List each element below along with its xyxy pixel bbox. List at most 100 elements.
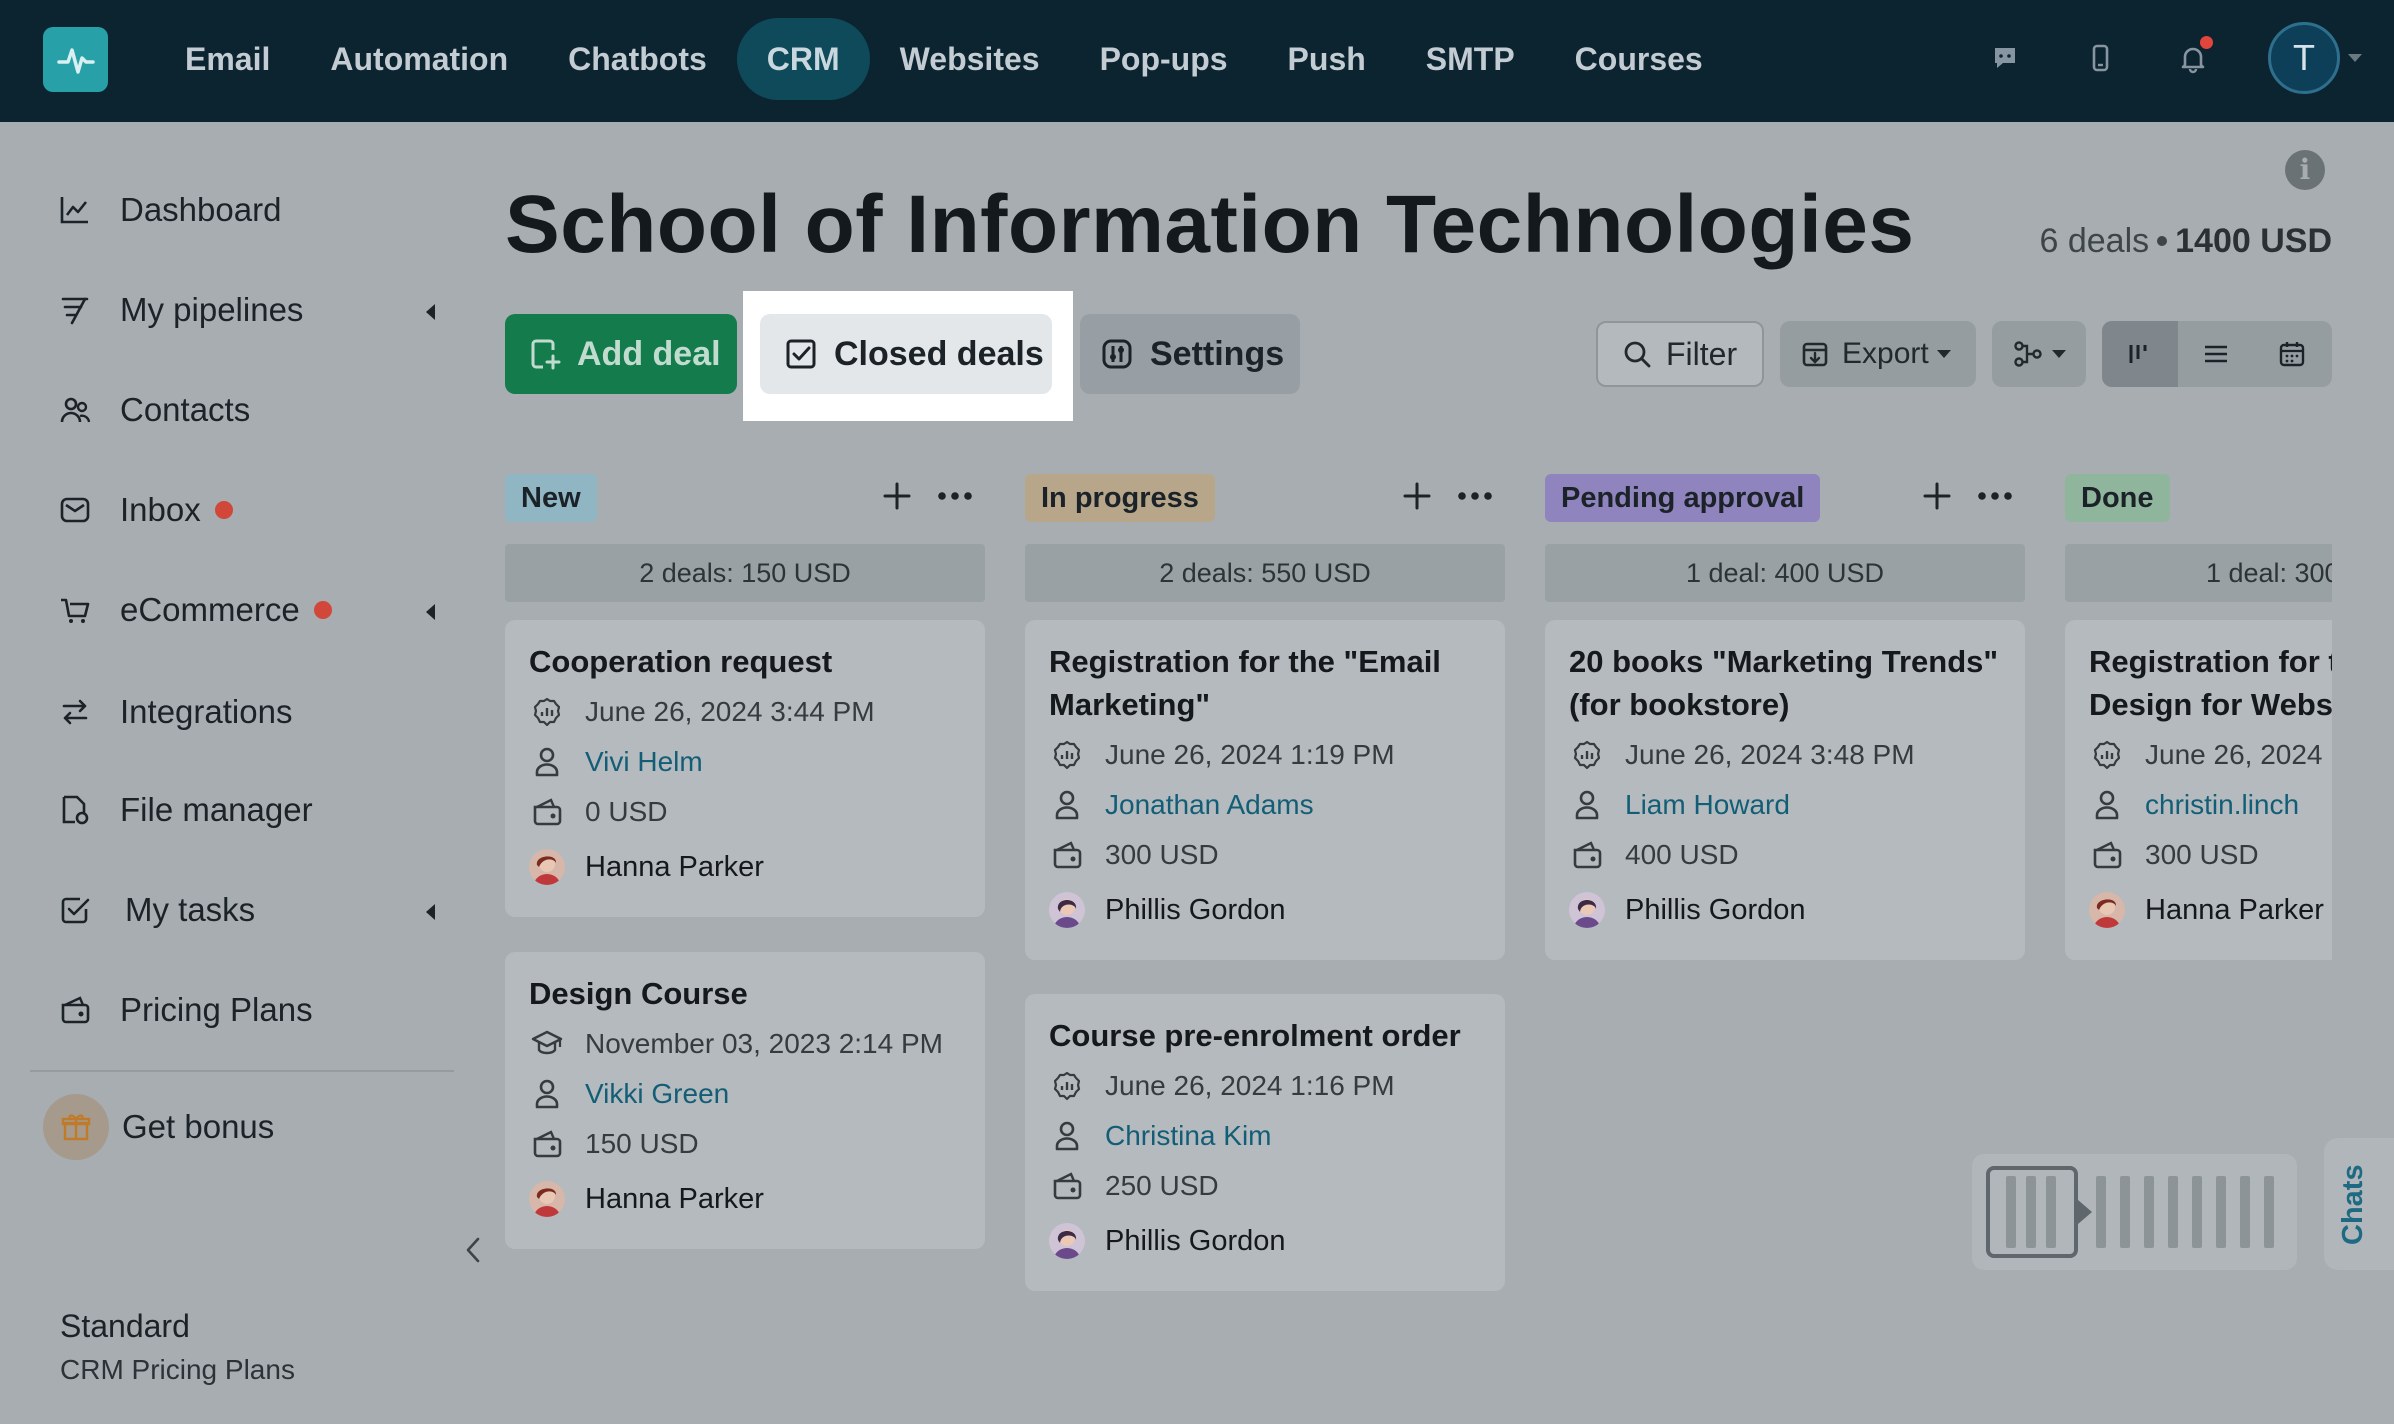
nav-automation[interactable]: Automation xyxy=(300,18,538,100)
deal-owner: Phillis Gordon xyxy=(1105,893,1286,926)
deal-card[interactable]: Design Course November 03, 2023 2:14 PM … xyxy=(505,952,985,1249)
expand-caret-icon[interactable] xyxy=(426,604,435,620)
plan-subtitle[interactable]: CRM Pricing Plans xyxy=(60,1354,295,1386)
export-button[interactable]: Export xyxy=(1780,321,1976,387)
mobile-phone-icon[interactable] xyxy=(2078,36,2122,80)
deal-date: June 26, 2024 1:19 PM xyxy=(1105,739,1395,770)
nav-email[interactable]: Email xyxy=(155,18,300,100)
deal-contact-link[interactable]: Christina Kim xyxy=(1105,1120,1271,1152)
deal-amount-row: 150 USD xyxy=(529,1119,961,1169)
column-header: New xyxy=(505,460,985,522)
nav-push[interactable]: Push xyxy=(1258,18,1396,100)
deal-contact-link[interactable]: Liam Howard xyxy=(1625,789,1790,821)
closed-deals-button[interactable]: Closed deals xyxy=(760,314,1052,394)
sidebar: Dashboard My pipelines Contacts Inbox eC… xyxy=(0,122,480,1424)
minimap-column xyxy=(2216,1176,2226,1248)
deal-amount: 300 USD xyxy=(2145,839,2259,870)
stage-badge[interactable]: Pending approval xyxy=(1545,474,1821,522)
add-to-column-plus-icon[interactable] xyxy=(877,476,917,516)
unread-dot xyxy=(214,501,233,519)
deal-contact-link[interactable]: Vivi Helm xyxy=(585,746,703,778)
add-to-column-plus-icon[interactable] xyxy=(1917,476,1957,516)
app-logo-icon[interactable] xyxy=(43,27,108,92)
nav-websites[interactable]: Websites xyxy=(870,18,1070,100)
column-header: In progress xyxy=(1025,460,1505,522)
deal-title-line-2: (for bookstore) xyxy=(1569,687,1790,722)
deals-count: 6 deals xyxy=(2039,222,2150,260)
nav-smtp[interactable]: SMTP xyxy=(1396,18,1545,100)
deal-amount-row: 300 USD xyxy=(1049,830,1481,880)
plan-name[interactable]: Standard xyxy=(60,1308,190,1345)
sidebar-item-get-bonus[interactable]: Get bonus xyxy=(43,1094,435,1160)
deal-amount: 300 USD xyxy=(1105,839,1219,870)
column-more-options-icon[interactable] xyxy=(933,476,977,516)
sidebar-item-file-manager[interactable]: File manager xyxy=(55,780,435,840)
sidebar-item-inbox[interactable]: Inbox xyxy=(55,480,435,540)
filter-button[interactable]: Filter xyxy=(1596,321,1764,387)
deal-contact-link[interactable]: Vikki Green xyxy=(585,1078,729,1110)
info-icon[interactable]: i xyxy=(2285,150,2325,190)
deal-card[interactable]: Course pre-enrolment order June 26, 2024… xyxy=(1025,994,1505,1291)
stage-badge[interactable]: Done xyxy=(2065,474,2170,522)
sidebar-item-label: Inbox xyxy=(120,491,201,528)
deal-contact-row: Christina Kim xyxy=(1049,1111,1481,1161)
board-minimap[interactable] xyxy=(1972,1154,2297,1270)
notifications-bell-icon[interactable] xyxy=(2171,36,2215,80)
wallet-icon xyxy=(1569,837,1605,873)
kanban-view-button[interactable] xyxy=(2102,321,2178,387)
stage-badge[interactable]: New xyxy=(505,474,597,522)
sidebar-item-my-pipelines[interactable]: My pipelines xyxy=(55,280,435,340)
nav-courses[interactable]: Courses xyxy=(1545,18,1733,100)
sidebar-item-my-tasks[interactable]: My tasks xyxy=(55,880,435,940)
deal-title-line-1: Registration for the "Email xyxy=(1049,644,1441,679)
pipeline-flow-button[interactable] xyxy=(1992,321,2086,387)
deal-amount: 250 USD xyxy=(1105,1170,1219,1201)
chart-line-icon xyxy=(55,190,95,230)
sidebar-item-label: File manager xyxy=(120,791,313,828)
chats-tab-label[interactable]: Chats xyxy=(2337,1164,2370,1245)
contacts-icon xyxy=(55,390,95,430)
deal-amount-row: 300 USD xyxy=(2089,830,2332,880)
deal-contact-row: Vikki Green xyxy=(529,1069,961,1119)
deal-card[interactable]: Registration for the Design for Websites… xyxy=(2065,620,2332,960)
checkbox-checked-icon xyxy=(786,339,816,369)
settings-label: Settings xyxy=(1150,334,1285,373)
nav-popups[interactable]: Pop-ups xyxy=(1070,18,1258,100)
deal-card[interactable]: Cooperation request June 26, 2024 3:44 P… xyxy=(505,620,985,917)
deal-amount: 400 USD xyxy=(1625,839,1739,870)
expand-caret-icon[interactable] xyxy=(426,904,435,920)
main-nav: Email Automation Chatbots CRM Websites P… xyxy=(155,18,1733,100)
chart-badge-icon xyxy=(2089,737,2125,773)
sidebar-item-integrations[interactable]: Integrations xyxy=(55,682,435,742)
chat-bubble-icon[interactable] xyxy=(1983,36,2027,80)
nav-crm[interactable]: CRM xyxy=(736,18,870,100)
column-more-options-icon[interactable] xyxy=(1453,476,1497,516)
sidebar-item-dashboard[interactable]: Dashboard xyxy=(55,180,435,240)
list-view-button[interactable] xyxy=(2178,321,2254,387)
tasks-icon xyxy=(55,890,95,930)
closed-deals-label: Closed deals xyxy=(834,334,1044,373)
deal-owner-row: Hanna Parker xyxy=(2089,880,2332,940)
user-avatar[interactable]: T xyxy=(2268,22,2340,94)
deal-date: November 03, 2023 2:14 PM xyxy=(585,1028,943,1059)
deal-card[interactable]: Registration for the "Email Marketing" J… xyxy=(1025,620,1505,960)
calendar-view-button[interactable] xyxy=(2254,321,2330,387)
deal-contact-row: Vivi Helm xyxy=(529,737,961,787)
add-deal-button[interactable]: Add deal xyxy=(505,314,737,394)
sidebar-item-ecommerce[interactable]: eCommerce xyxy=(55,580,435,640)
stage-badge[interactable]: In progress xyxy=(1025,474,1215,522)
add-to-column-plus-icon[interactable] xyxy=(1397,476,1437,516)
collapse-sidebar-chevron-left-icon[interactable] xyxy=(458,1230,488,1270)
deal-date-row: June 26, 2024 3:44 PM xyxy=(529,687,961,737)
settings-button[interactable]: Settings xyxy=(1080,314,1300,394)
expand-caret-icon[interactable] xyxy=(426,304,435,320)
deal-contact-link[interactable]: Jonathan Adams xyxy=(1105,789,1314,821)
sidebar-item-pricing-plans[interactable]: Pricing Plans xyxy=(55,980,435,1040)
deal-contact-link[interactable]: christin.linch xyxy=(2145,789,2299,821)
deal-card[interactable]: 20 books "Marketing Trends" (for booksto… xyxy=(1545,620,2025,960)
sidebar-item-contacts[interactable]: Contacts xyxy=(55,380,435,440)
nav-chatbots[interactable]: Chatbots xyxy=(538,18,737,100)
column-more-options-icon[interactable] xyxy=(1973,476,2017,516)
user-menu-chevron-down-icon[interactable] xyxy=(2348,54,2362,62)
inbox-icon xyxy=(55,490,95,530)
